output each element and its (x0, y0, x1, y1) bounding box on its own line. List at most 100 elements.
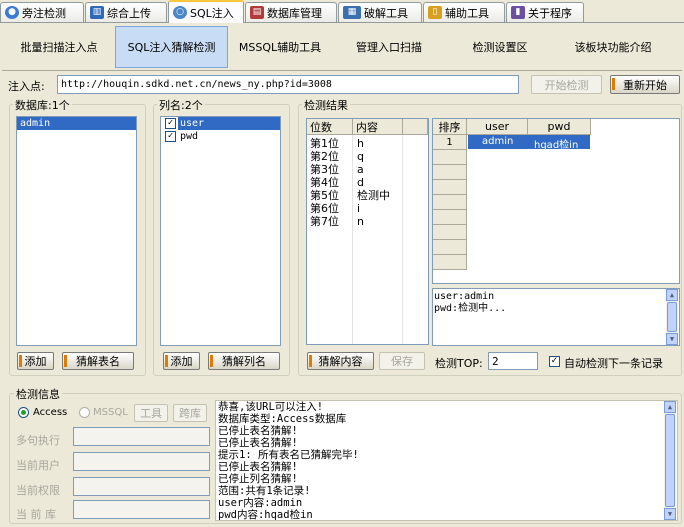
database-list[interactable]: admin (16, 116, 137, 346)
auto-next-checkbox[interactable]: ✓ (549, 356, 560, 367)
tab-about[interactable]: ▮ 关于程序 (506, 2, 584, 22)
access-radio[interactable] (18, 407, 29, 418)
injection-url-input[interactable]: http://houqin.sdkd.net.cn/news_ny.php?id… (57, 75, 519, 94)
content-cell: 检测中 (357, 189, 390, 202)
scroll-down-icon[interactable]: ▼ (664, 508, 676, 520)
pos-header: 位数 (307, 119, 353, 135)
scroll-down-icon[interactable]: ▼ (666, 333, 678, 345)
tab-db-manage[interactable]: ▤ 数据库管理 (245, 2, 337, 22)
tab-aux-tools[interactable]: ▯ 辅助工具 (423, 2, 505, 22)
position-cell: 第3位 (310, 163, 339, 176)
save-button[interactable]: 保存 (379, 352, 425, 370)
content-cell: i (357, 202, 361, 215)
position-grid[interactable]: 位数 内容 第1位 h 第2位 q 第3位 a 第4位 d 第5位 检测中 第6位 i 第7位 n (306, 118, 429, 345)
table-row-header[interactable] (433, 150, 467, 165)
summary-line: user:admin (434, 291, 495, 302)
mssql-radio[interactable] (79, 407, 90, 418)
table-cell-user: admin (482, 136, 514, 147)
scroll-thumb[interactable] (667, 302, 677, 332)
table-row-header[interactable] (433, 225, 467, 240)
tool-button[interactable]: 工具 (134, 404, 168, 422)
add-column-button[interactable]: 添加 (163, 352, 200, 370)
content-cell: d (357, 176, 364, 189)
log-line: 恭喜,该URL可以注入! (218, 401, 324, 413)
content-cell: n (357, 215, 364, 228)
table-row-header[interactable] (433, 255, 467, 270)
log-scrollbar[interactable]: ▲ ▼ (664, 401, 676, 520)
scroll-up-icon[interactable]: ▲ (666, 289, 678, 301)
subtab-sql-guess[interactable]: SQL注入猜解检测 (115, 26, 228, 68)
tab-sql-injection[interactable]: ○ SQL注入 (168, 0, 244, 23)
log-line: 数据库类型:Access数据库 (218, 413, 347, 425)
database-list-item[interactable]: admin (17, 117, 136, 130)
magnifier-icon: ○ (173, 6, 187, 19)
chart-icon: ▥ (90, 6, 104, 19)
tab-upload[interactable]: ▥ 综合上传 (85, 2, 167, 22)
log-line: 已停止列名猜解! (218, 473, 298, 485)
subtab-admin-scan[interactable]: 管理入口扫描 (340, 26, 438, 68)
current-permission-input[interactable] (73, 477, 210, 496)
log-line: 已停止表名猜解! (218, 425, 298, 437)
multi-exec-label: 多句执行 (16, 434, 60, 447)
tab-side-detect[interactable]: ● 旁注检测 (0, 2, 84, 22)
column-list-item[interactable]: ✓ pwd (161, 130, 280, 143)
summary-scrollbar[interactable]: ▲ ▼ (666, 289, 678, 345)
mssql-label: MSSQL (93, 407, 128, 418)
log-line: pwd内容:hqad检in (218, 509, 313, 521)
current-user-input[interactable] (73, 452, 210, 471)
log-output[interactable]: 恭喜,该URL可以注入! 数据库类型:Access数据库 已停止表名猜解! 已停止表名… (215, 400, 678, 521)
record-table[interactable]: 排序 user pwd 1 admin hqad检in (432, 118, 680, 284)
position-cell: 第5位 (310, 189, 339, 202)
log-line: user内容:admin (218, 497, 303, 509)
position-cell: 第1位 (310, 137, 339, 150)
globe-icon: ● (5, 6, 19, 19)
table-cell-pwd: hqad检in (534, 140, 579, 151)
column-list[interactable]: ✓ user ✓ pwd (160, 116, 281, 346)
guess-table-button[interactable]: 猜解表名 (62, 352, 134, 370)
current-user-label: 当前用户 (16, 459, 60, 472)
subtab-batch-scan[interactable]: 批量扫描注入点 (8, 26, 110, 68)
column-list-item[interactable]: ✓ user (161, 117, 280, 130)
database-count-label: 数据库:1个 (13, 97, 72, 113)
table-row-header[interactable] (433, 165, 467, 180)
book-icon: ▮ (511, 6, 525, 19)
table-row-header[interactable] (433, 240, 467, 255)
subtab-intro[interactable]: 该板块功能介绍 (558, 26, 668, 68)
content-header: 内容 (353, 119, 403, 135)
subtab-mssql-tools[interactable]: MSSQL辅助工具 (232, 26, 328, 68)
summary-line: pwd:检测中... (434, 303, 507, 314)
guess-column-button[interactable]: 猜解列名 (208, 352, 280, 370)
multi-exec-input[interactable] (73, 427, 210, 446)
table-row-header[interactable] (433, 210, 467, 225)
position-cell: 第6位 (310, 202, 339, 215)
results-title: 检测结果 (302, 97, 350, 113)
table-row-header[interactable] (433, 180, 467, 195)
scroll-up-icon[interactable]: ▲ (664, 401, 676, 413)
log-lines: 恭喜,该URL可以注入! 数据库类型:Access数据库 已停止表名猜解! 已停止表名… (218, 401, 359, 521)
table-row-number: 1 (433, 135, 467, 150)
subtab-settings[interactable]: 检测设置区 (450, 26, 550, 68)
access-label: Access (33, 407, 68, 418)
guess-content-button[interactable]: 猜解内容 (307, 352, 374, 370)
checkbox-pwd[interactable]: ✓ (165, 131, 176, 142)
current-db-input[interactable] (73, 500, 210, 519)
pwd-header: pwd (528, 119, 591, 135)
log-line: 提示1: 所有表名已猜解完毕! (218, 449, 359, 461)
top-input[interactable]: 2 (488, 352, 538, 370)
crossdb-button[interactable]: 跨库 (173, 404, 207, 422)
scroll-thumb[interactable] (665, 414, 675, 507)
checkbox-user[interactable]: ✓ (165, 118, 176, 129)
position-cell: 第7位 (310, 215, 339, 228)
start-detect-button[interactable]: 开始检测 (531, 75, 602, 94)
add-database-button[interactable]: 添加 (17, 352, 54, 370)
table-row-header[interactable] (433, 195, 467, 210)
table-row[interactable]: admin hqad检in (468, 135, 590, 151)
tab-crack-tools[interactable]: ▦ 破解工具 (338, 2, 422, 22)
restart-button[interactable]: 重新开始 (610, 75, 680, 94)
result-summary-box[interactable]: user:admin pwd:检测中... ▲ ▼ (432, 288, 680, 346)
content-cell: q (357, 150, 364, 163)
column-count-label: 列名:2个 (157, 97, 205, 113)
user-header: user (467, 119, 528, 135)
log-line: 范围:共有1条记录! (218, 485, 311, 497)
database-icon: ▤ (250, 6, 264, 19)
